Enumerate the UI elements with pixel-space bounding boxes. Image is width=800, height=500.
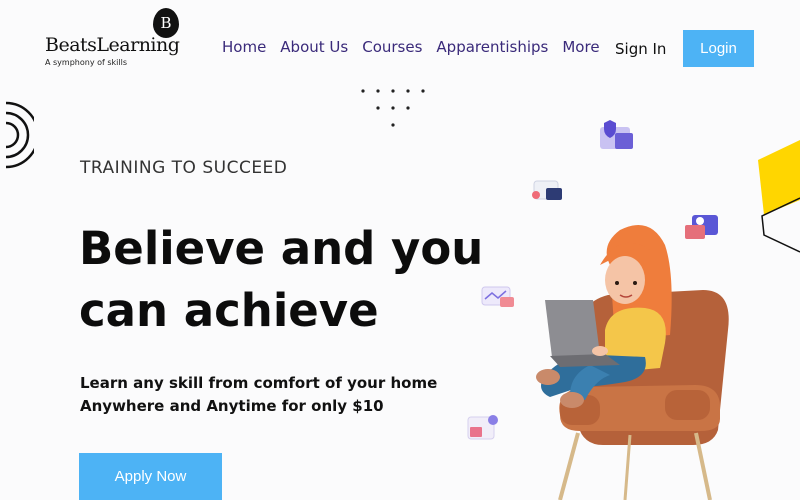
floating-user-card-icon (685, 215, 718, 239)
nav-item-courses[interactable]: Courses (362, 38, 422, 56)
brand-name: BeatsLearning (45, 34, 180, 56)
apply-now-button[interactable]: Apply Now (79, 453, 222, 500)
brand-tagline: A symphony of skills (45, 58, 127, 67)
dot-pattern-decoration (361, 89, 425, 127)
login-button[interactable]: Login (683, 30, 754, 67)
hero-subline-2: Anywhere and Anytime for only $10 (80, 397, 384, 415)
nav-item-more[interactable]: More (562, 38, 599, 56)
floating-security-icon (600, 120, 633, 149)
nav-item-about-us[interactable]: About Us (280, 38, 348, 56)
sound-wave-decoration (5, 101, 34, 169)
main-nav: Home About Us Courses Apparentiships Mor… (222, 38, 600, 56)
nav-item-apparentiships[interactable]: Apparentiships (436, 38, 548, 56)
hero-subline: Learn any skill from comfort of your hom… (80, 372, 437, 418)
floating-graph-icon (481, 286, 514, 307)
hero-headline: Believe and you can achieve (79, 222, 484, 337)
hero-subline-1: Learn any skill from comfort of your hom… (80, 374, 438, 392)
hero-illustration (467, 120, 729, 500)
floating-chart-icon (532, 180, 562, 200)
hero-eyebrow: TRAINING TO SUCCEED (80, 158, 288, 178)
sign-in-link[interactable]: Sign In (615, 40, 666, 58)
floating-calendar-icon (467, 415, 498, 440)
nav-item-home[interactable]: Home (222, 38, 266, 56)
brand-logo[interactable]: B BeatsLearning A symphony of skills (45, 8, 185, 67)
